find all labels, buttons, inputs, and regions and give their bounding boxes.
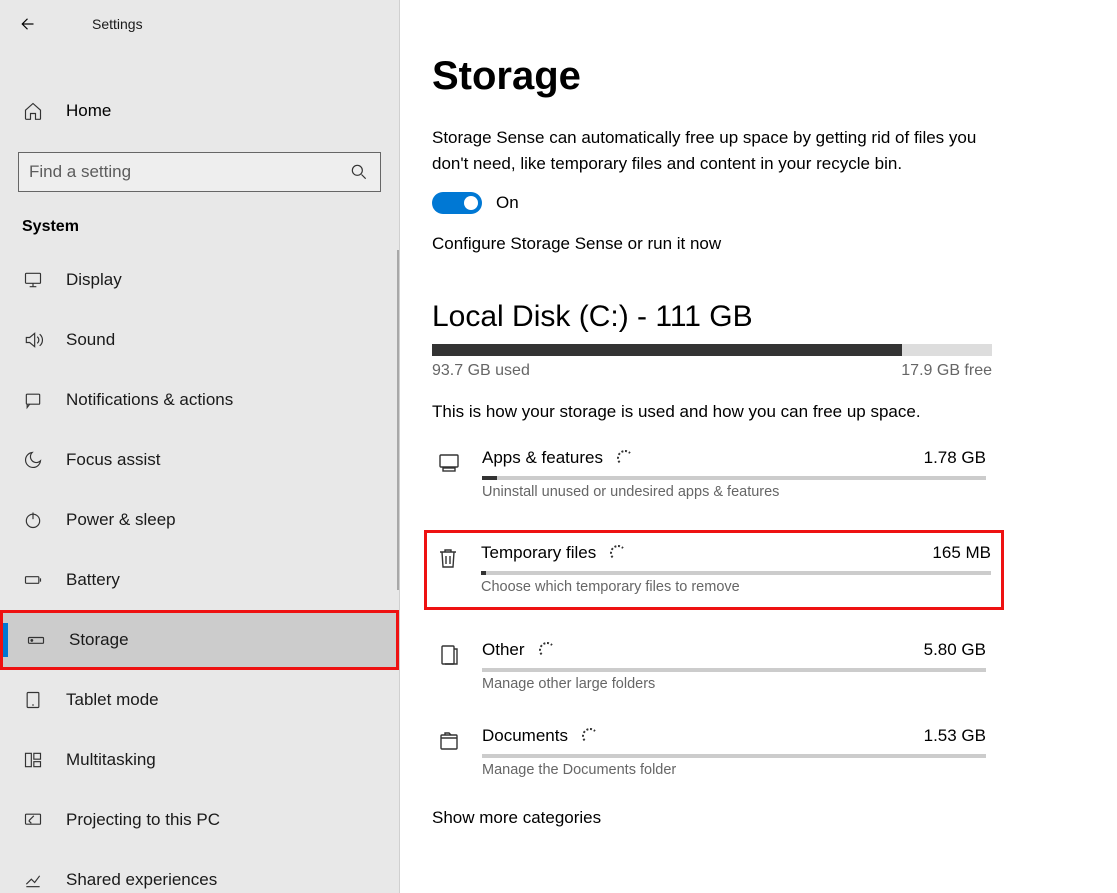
storage-sense-toggle[interactable] [432, 192, 482, 214]
content-pane: Storage Storage Sense can automatically … [400, 0, 1117, 893]
home-label: Home [66, 101, 111, 121]
sidebar-item-label: Battery [66, 570, 120, 590]
page-title: Storage [432, 54, 1077, 99]
category-subtext: Manage the Documents folder [482, 762, 986, 778]
configure-storage-sense-link[interactable]: Configure Storage Sense or run it now [432, 234, 1077, 254]
focus-assist-icon [22, 449, 44, 471]
settings-sidebar: Settings Home System Display Sound Notif… [0, 0, 400, 893]
search-input[interactable] [29, 162, 348, 182]
category-bar [481, 571, 991, 575]
window-title: Settings [92, 16, 143, 32]
storage-sense-toggle-row: On [432, 192, 1077, 214]
projecting-icon [22, 809, 44, 831]
multitasking-icon [22, 749, 44, 771]
sidebar-item-label: Storage [69, 630, 129, 650]
notifications-icon [22, 389, 44, 411]
category-name: Other [482, 640, 525, 660]
loading-spinner-icon [539, 642, 555, 658]
category-size: 1.78 GB [924, 448, 986, 468]
power-icon [22, 509, 44, 531]
sidebar-item-battery[interactable]: Battery [0, 550, 399, 610]
loading-spinner-icon [617, 450, 633, 466]
sidebar-item-label: Sound [66, 330, 115, 350]
sidebar-item-home[interactable]: Home [0, 88, 399, 134]
category-bar [482, 476, 986, 480]
sidebar-item-display[interactable]: Display [0, 250, 399, 310]
disk-used-label: 93.7 GB used [432, 362, 530, 380]
category-size: 1.53 GB [924, 726, 986, 746]
category-size: 165 MB [932, 543, 991, 563]
sidebar-item-focus-assist[interactable]: Focus assist [0, 430, 399, 490]
sidebar-item-label: Display [66, 270, 122, 290]
category-subtext: Manage other large folders [482, 676, 986, 692]
category-other[interactable]: Other 5.80 GB Manage other large folders [432, 636, 992, 696]
sidebar-item-notifications[interactable]: Notifications & actions [0, 370, 399, 430]
disk-free-label: 17.9 GB free [901, 362, 992, 380]
sidebar-item-label: Projecting to this PC [66, 810, 220, 830]
sidebar-item-storage[interactable]: Storage [0, 610, 399, 670]
category-name: Temporary files [481, 543, 596, 563]
category-bar [482, 668, 986, 672]
back-button[interactable] [12, 10, 40, 38]
other-icon [436, 642, 462, 668]
sidebar-item-label: Shared experiences [66, 870, 217, 890]
sidebar-item-label: Focus assist [66, 450, 160, 470]
category-documents[interactable]: Documents 1.53 GB Manage the Documents f… [432, 722, 992, 782]
storage-icon [25, 629, 47, 651]
category-size: 5.80 GB [924, 640, 986, 660]
sidebar-item-power-sleep[interactable]: Power & sleep [0, 490, 399, 550]
storage-sense-description: Storage Sense can automatically free up … [432, 125, 992, 176]
disk-usage-bar [432, 344, 992, 356]
show-more-categories-link[interactable]: Show more categories [432, 808, 601, 827]
category-apps-features[interactable]: Apps & features 1.78 GB Uninstall unused… [432, 444, 992, 504]
search-box[interactable] [18, 152, 381, 192]
sidebar-group-header: System [0, 192, 399, 250]
shared-icon [22, 869, 44, 891]
sound-icon [22, 329, 44, 351]
category-name: Documents [482, 726, 568, 746]
loading-spinner-icon [582, 728, 598, 744]
sidebar-item-label: Power & sleep [66, 510, 176, 530]
trash-icon [435, 545, 461, 571]
display-icon [22, 269, 44, 291]
sidebar-item-label: Tablet mode [66, 690, 159, 710]
sidebar-item-projecting[interactable]: Projecting to this PC [0, 790, 399, 850]
sidebar-item-label: Notifications & actions [66, 390, 233, 410]
category-subtext: Choose which temporary files to remove [481, 579, 991, 595]
category-temporary-files[interactable]: Temporary files 165 MB Choose which temp… [424, 530, 1004, 610]
loading-spinner-icon [610, 545, 626, 561]
documents-icon [436, 728, 462, 754]
titlebar: Settings [0, 0, 399, 48]
category-bar [482, 754, 986, 758]
sidebar-item-label: Multitasking [66, 750, 156, 770]
sidebar-nav: Display Sound Notifications & actions Fo… [0, 250, 399, 893]
sidebar-item-multitasking[interactable]: Multitasking [0, 730, 399, 790]
home-icon [22, 100, 44, 122]
battery-icon [22, 569, 44, 591]
search-icon [348, 161, 370, 183]
category-name: Apps & features [482, 448, 603, 468]
disk-usage-fill [432, 344, 902, 356]
category-subtext: Uninstall unused or undesired apps & fea… [482, 484, 986, 500]
storage-sense-toggle-label: On [496, 193, 519, 213]
disk-labels: 93.7 GB used 17.9 GB free [432, 362, 992, 380]
usage-description: This is how your storage is used and how… [432, 402, 1077, 422]
tablet-icon [22, 689, 44, 711]
sidebar-item-tablet-mode[interactable]: Tablet mode [0, 670, 399, 730]
sidebar-item-sound[interactable]: Sound [0, 310, 399, 370]
apps-icon [436, 450, 462, 476]
disk-header: Local Disk (C:) - 111 GB [432, 300, 1077, 334]
sidebar-item-shared-experiences[interactable]: Shared experiences [0, 850, 399, 893]
